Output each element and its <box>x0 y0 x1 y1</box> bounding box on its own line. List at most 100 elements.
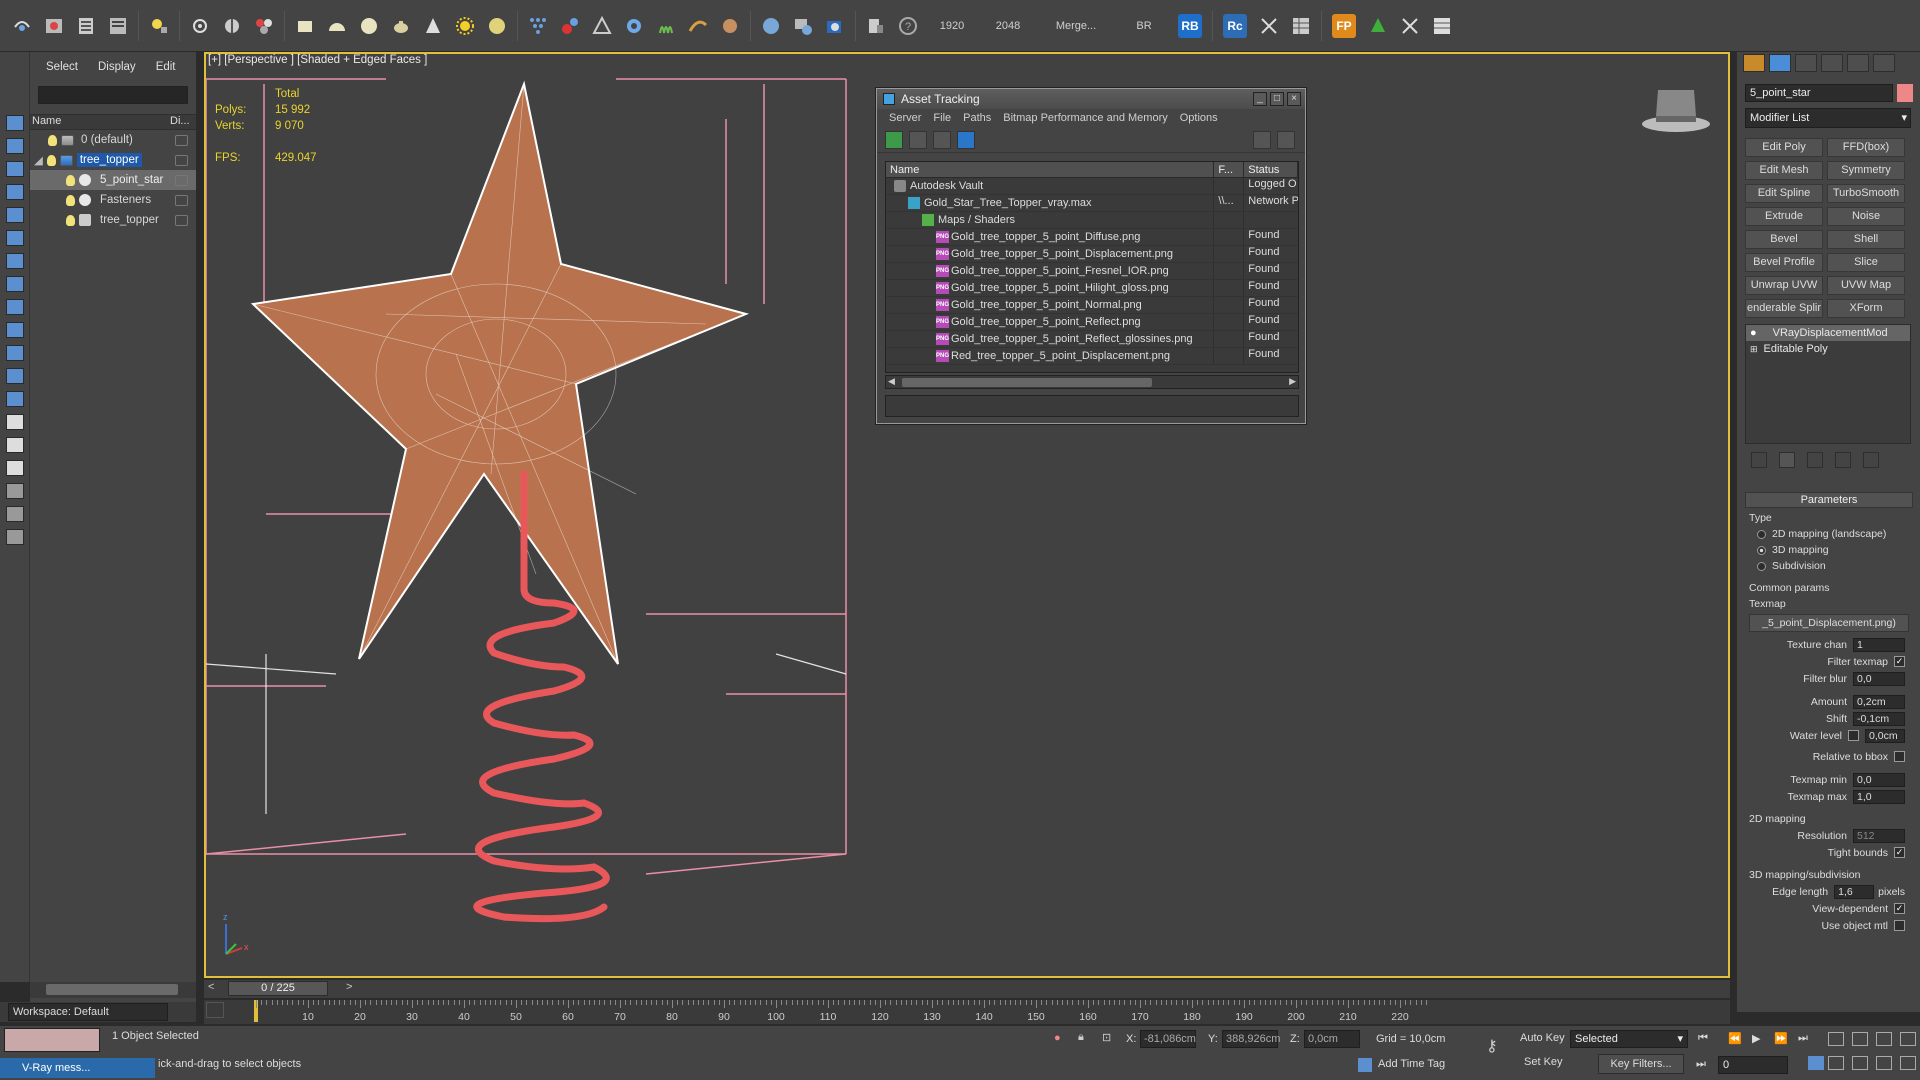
hemisphere-icon[interactable] <box>323 12 351 40</box>
explorer-search-input[interactable] <box>38 86 188 104</box>
box-icon[interactable] <box>291 12 319 40</box>
maximize-viewport-icon[interactable] <box>1900 1056 1916 1070</box>
motion-tab-icon[interactable] <box>1821 54 1843 72</box>
asset-row[interactable]: PNG Red_tree_topper_5_point_Displacement.… <box>886 348 1298 365</box>
go-to-end-icon[interactable]: ⏭ <box>1798 1032 1814 1046</box>
previous-frame-icon[interactable]: < <box>208 981 214 993</box>
merge-button[interactable]: Merge... <box>1036 20 1116 32</box>
trackbar[interactable]: 10 20 30 40 50 60 70 80 90 100 110 120 130 140 150 160 1… <box>204 1000 1730 1024</box>
asset-row[interactable]: PNG Gold_tree_topper_5_point_Diffuse.png F… <box>886 229 1298 246</box>
filter-texmap-checkbox[interactable]: ✓ <box>1894 656 1905 667</box>
pin-stack-icon[interactable] <box>1751 452 1767 468</box>
display-bones-icon[interactable] <box>6 322 24 338</box>
layer-manager-icon[interactable] <box>72 12 100 40</box>
teapot-icon[interactable] <box>387 12 415 40</box>
help-icon[interactable]: ? <box>894 12 922 40</box>
render-width[interactable]: 1920 <box>924 20 980 32</box>
z-coordinate-field[interactable]: 0,0cm <box>1304 1030 1360 1048</box>
display-none-icon[interactable] <box>6 115 24 131</box>
modifier-button[interactable]: Extrude <box>1745 207 1823 226</box>
time-tag-icon[interactable] <box>1358 1058 1372 1072</box>
find-icon[interactable] <box>6 529 24 545</box>
render-sphere-icon[interactable] <box>757 12 785 40</box>
menu-display[interactable]: Display <box>88 61 146 73</box>
x-coordinate-field[interactable]: -81,086cm <box>1140 1030 1196 1048</box>
render-frame-icon[interactable] <box>40 12 68 40</box>
stack-item-vray-displacement[interactable]: ● VRayDisplacementMod <box>1746 325 1910 341</box>
sort-icon[interactable] <box>6 506 24 522</box>
amount-spinner[interactable]: 0,2cm <box>1853 694 1905 709</box>
menu-server[interactable]: Server <box>883 112 927 124</box>
wire-params-icon[interactable] <box>186 12 214 40</box>
render-window-icon[interactable] <box>789 12 817 40</box>
freeze-icon[interactable] <box>175 214 188 226</box>
light-bulb-icon[interactable] <box>46 154 56 166</box>
scroll-thumb[interactable] <box>902 378 1152 387</box>
absolute-mode-icon[interactable]: ⊡ <box>1102 1031 1111 1044</box>
add-time-tag-button[interactable]: Add Time Tag <box>1378 1058 1445 1070</box>
sphere-light-icon[interactable] <box>483 12 511 40</box>
use-object-mtl-checkbox[interactable] <box>1894 920 1905 931</box>
modifier-button[interactable]: FFD(box) <box>1827 138 1905 157</box>
modifier-button[interactable]: Shell <box>1827 230 1905 249</box>
modifier-button[interactable]: Edit Spline <box>1745 184 1823 203</box>
menu-options[interactable]: Options <box>1174 112 1224 124</box>
curve-editor-icon[interactable] <box>218 12 246 40</box>
options-icon[interactable] <box>1277 130 1295 149</box>
tree-row-tree-topper-group[interactable]: tree_topper <box>30 210 196 230</box>
asset-path-field[interactable] <box>885 395 1299 417</box>
column-name[interactable]: Name <box>886 162 1215 177</box>
display-hidden-icon[interactable] <box>6 391 24 407</box>
create-tab-icon[interactable] <box>1743 54 1765 72</box>
texture-chan-spinner[interactable]: 1 <box>1853 637 1905 652</box>
zoom-all-icon[interactable] <box>1852 1032 1868 1046</box>
render-setup-icon[interactable] <box>821 12 849 40</box>
table-icon[interactable] <box>1287 12 1315 40</box>
modifier-button[interactable]: Edit Poly <box>1745 138 1823 157</box>
time-slider-thumb[interactable]: 0 / 225 <box>228 981 328 996</box>
expand-arrow-icon[interactable]: ◢ <box>34 153 43 167</box>
tree-icon[interactable] <box>1364 12 1392 40</box>
particle-icon[interactable] <box>524 12 552 40</box>
explorer-horizontal-scrollbar[interactable] <box>30 982 196 998</box>
undo-icon[interactable] <box>8 12 36 40</box>
asset-row[interactable]: PNG Gold_tree_topper_5_point_Hilight_glos… <box>886 280 1298 297</box>
scroll-right-icon[interactable]: ▶ <box>1289 376 1296 387</box>
key-selection-dropdown[interactable]: Selected ▾ <box>1570 1030 1688 1048</box>
vray-messages-taskbar[interactable]: V-Ray mess... <box>0 1058 155 1078</box>
display-all-icon[interactable] <box>6 414 24 430</box>
object-color-swatch[interactable] <box>1897 84 1913 102</box>
menu-paths[interactable]: Paths <box>957 112 997 124</box>
asset-row[interactable]: Maps / Shaders <box>886 212 1298 229</box>
modifier-button[interactable]: TurboSmooth <box>1827 184 1905 203</box>
texmap-max-spinner[interactable]: 1,0 <box>1853 789 1905 804</box>
scene-explorer-icon[interactable] <box>104 12 132 40</box>
configure-modifier-sets-icon[interactable] <box>1863 452 1879 468</box>
relative-bbox-checkbox[interactable] <box>1894 751 1905 762</box>
layer-freeze-icon[interactable] <box>175 134 188 146</box>
auto-key-button[interactable]: Auto Key <box>1520 1032 1565 1044</box>
modifier-button[interactable]: Noise <box>1827 207 1905 226</box>
set-key-button[interactable]: Set Key <box>1524 1056 1563 1068</box>
radio-2d-mapping[interactable]: 2D mapping (landscape) <box>1745 526 1913 542</box>
gear-icon[interactable] <box>620 12 648 40</box>
minimize-button[interactable]: _ <box>1253 92 1267 106</box>
display-xrefs-icon[interactable] <box>6 299 24 315</box>
modifier-button[interactable]: Bevel Profile <box>1745 253 1823 272</box>
asset-row[interactable]: PNG Gold_tree_topper_5_point_Normal.png Fo… <box>886 297 1298 314</box>
fur-ball-icon[interactable] <box>716 12 744 40</box>
hierarchy-tab-icon[interactable] <box>1795 54 1817 72</box>
clipboard-icon[interactable] <box>862 12 890 40</box>
orbit-icon[interactable] <box>1876 1056 1892 1070</box>
make-unique-icon[interactable] <box>1807 452 1823 468</box>
zoom-extents-all-icon[interactable] <box>1900 1032 1916 1046</box>
display-groups-icon[interactable] <box>6 276 24 292</box>
asset-row[interactable]: PNG Gold_tree_topper_5_point_Reflect_glos… <box>886 331 1298 348</box>
tent-icon[interactable] <box>588 12 616 40</box>
column-display[interactable]: Di... <box>166 115 190 129</box>
tools-icon[interactable] <box>1255 12 1283 40</box>
edge-length-spinner[interactable]: 1,6 <box>1834 884 1875 899</box>
key-icon[interactable]: ⚷ <box>1486 1036 1498 1056</box>
tree-row-default-layer[interactable]: 0 (default) <box>30 130 196 150</box>
modify-tab-icon[interactable] <box>1769 54 1791 72</box>
